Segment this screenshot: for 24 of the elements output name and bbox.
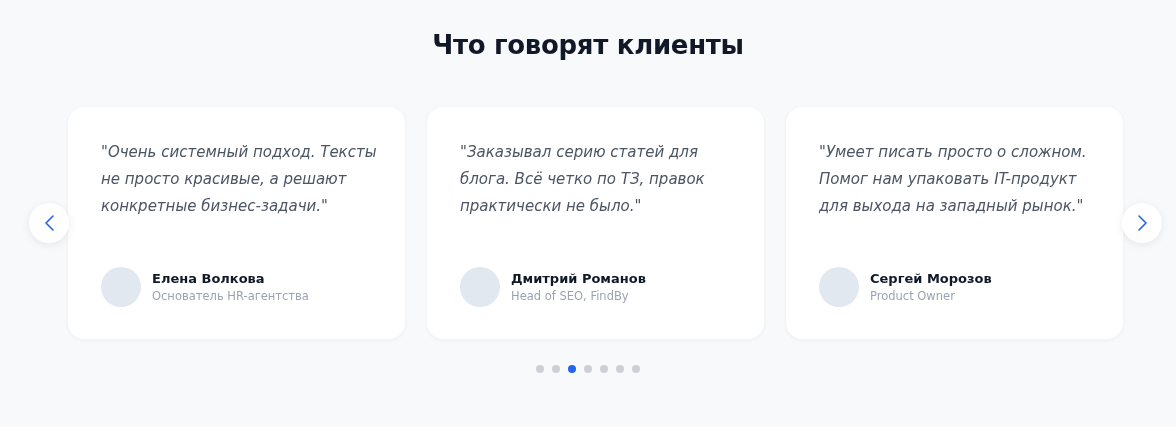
chevron-right-icon — [1137, 215, 1147, 231]
testimonial-quote: "Умеет писать просто о сложном. Помог нам упаковать IT-продукт для выхода на западный рынок." — [819, 142, 1088, 217]
previous-button[interactable] — [29, 203, 69, 243]
pagination-dot[interactable] — [632, 365, 640, 373]
pagination-dot[interactable] — [584, 365, 592, 373]
author-name: Дмитрий Романов — [511, 271, 646, 286]
author-role: Product Owner — [870, 289, 956, 303]
author-role: Head of SEO, FindBy — [511, 289, 630, 303]
chevron-left-icon — [44, 215, 54, 231]
pagination-dot[interactable] — [568, 365, 576, 373]
author-role: Основатель HR-агентства — [152, 289, 309, 303]
testimonial-quote: "Очень системный подход. Тексты не просто красивые, а решают конкретные бизнес-задачи." — [101, 142, 378, 217]
pagination-dot[interactable] — [536, 365, 544, 373]
next-button[interactable] — [1122, 203, 1162, 243]
pagination-dot[interactable] — [552, 365, 560, 373]
testimonial-quote: "Заказывал серию статей для блога. Всё четко по ТЗ, правок практически не было." — [460, 142, 706, 217]
author-name: Сергей Морозов — [870, 271, 992, 286]
section-title: Что говорят клиенты — [432, 30, 744, 60]
pagination-dot[interactable] — [616, 365, 624, 373]
avatar-placeholder — [460, 267, 500, 307]
author-name: Елена Волкова — [152, 271, 266, 286]
avatar-placeholder — [101, 267, 141, 307]
pagination-dot[interactable] — [600, 365, 608, 373]
avatar-placeholder — [819, 267, 859, 307]
